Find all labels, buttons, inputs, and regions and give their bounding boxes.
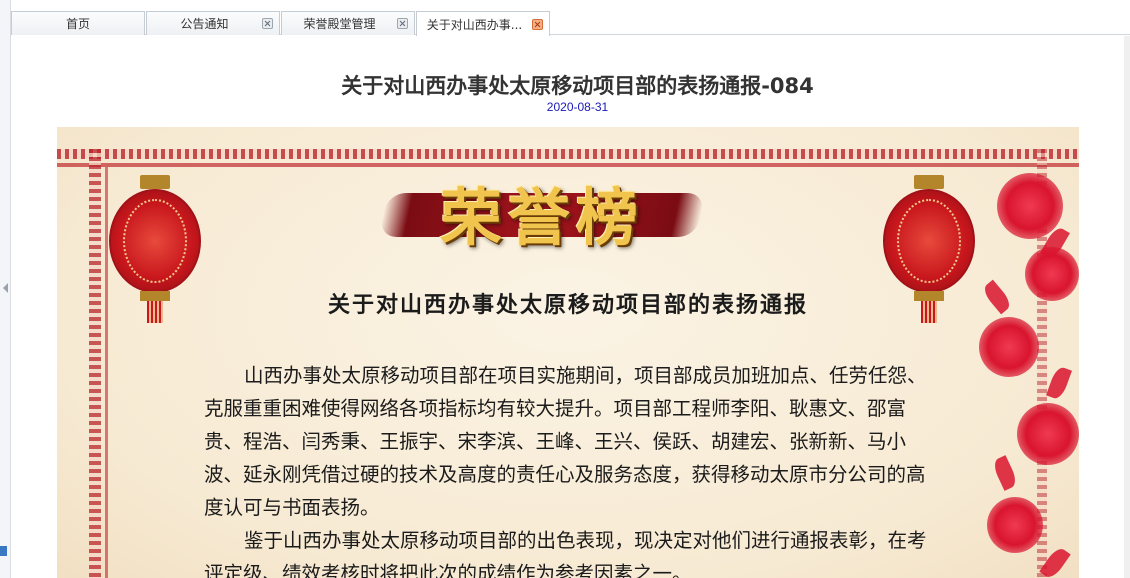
article-title: 关于对山西办事处太原移动项目部的表扬通报-084: [341, 74, 814, 98]
vertical-scrollbar[interactable]: [1124, 36, 1130, 578]
tab-bar: 首页 公告通知 荣誉殿堂管理 关于对山西办事...: [11, 0, 1130, 36]
certificate-heading: 关于对山西办事处太原移动项目部的表扬通报: [327, 292, 808, 318]
tab-label: 首页: [65, 17, 90, 31]
close-icon[interactable]: [397, 18, 408, 29]
honor-banner: 荣誉榜: [378, 167, 706, 257]
certificate-paragraph: 鉴于山西办事处太原移动项目部的出色表现，现决定对他们进行通报表彰，在考评定级、绩…: [204, 529, 927, 578]
article-date: 2020-08-31: [546, 100, 609, 114]
certificate-paragraph: 山西办事处太原移动项目部在项目实施期间，项目部成员加班加点、任劳任怨、克服重重困…: [204, 364, 927, 519]
tab-label: 荣誉殿堂管理: [303, 17, 376, 31]
close-icon[interactable]: [262, 18, 273, 29]
close-icon[interactable]: [532, 18, 543, 30]
app-window: 首页 公告通知 荣誉殿堂管理 关于对山西办事... 关于对山西办事处太原移动项目…: [0, 0, 1130, 578]
tab-home[interactable]: 首页: [11, 11, 145, 35]
certificate-body: 山西办事处太原移动项目部在项目实施期间，项目部成员加班加点、任劳任怨、克服重重困…: [204, 359, 934, 578]
decorative-border: [57, 149, 1079, 159]
tab-label: 公告通知: [180, 17, 229, 31]
tab-current-article[interactable]: 关于对山西办事...: [416, 11, 550, 36]
tab-honor-hall[interactable]: 荣誉殿堂管理: [281, 11, 415, 35]
left-panel-edge[interactable]: [0, 0, 11, 578]
decorative-border: [89, 149, 101, 578]
article-content: 关于对山西办事处太原移动项目部的表扬通报-084 2020-08-31 荣誉榜: [11, 36, 1124, 578]
side-marker-icon: [0, 546, 7, 556]
banner-title: 荣誉榜: [439, 181, 644, 254]
paper-cut-flowers-icon: [977, 167, 1079, 578]
collapse-arrow-icon[interactable]: [3, 283, 8, 293]
honor-certificate-image: 荣誉榜 关于对山西办事处太原移动项目部的表扬通报 山西办事处太原移动项目部在项目…: [57, 127, 1079, 578]
tab-notice[interactable]: 公告通知: [146, 11, 280, 35]
tab-label: 关于对山西办事...: [426, 17, 523, 32]
